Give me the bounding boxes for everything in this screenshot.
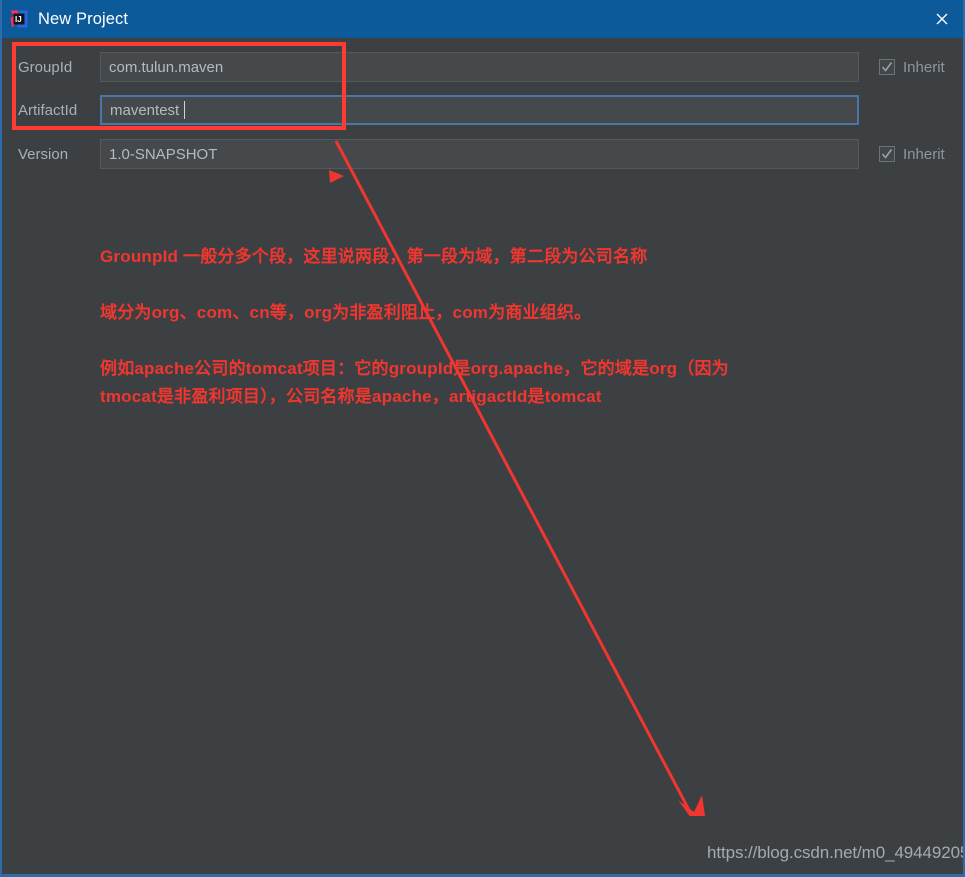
version-row: Version Inherit xyxy=(2,139,963,169)
annotation-line-4: tmocat是非盈利项目），公司名称是apache，artigactId是tom… xyxy=(100,387,602,406)
version-label: Version xyxy=(18,145,69,163)
annotation-line-2: 域分为org、com、cn等，org为非盈利阻止，com为商业组织。 xyxy=(100,303,592,322)
version-inherit-checkbox[interactable] xyxy=(879,146,895,162)
version-input[interactable] xyxy=(100,139,859,169)
watermark-text: https://blog.csdn.net/m0_49449205 xyxy=(707,843,965,862)
project-coordinates-form: GroupId Inherit ArtifactId Version xyxy=(2,38,963,816)
close-icon[interactable] xyxy=(919,0,963,38)
annotation-line-3: 例如apache公司的tomcat项目：它的groupId是org.apache… xyxy=(100,359,729,378)
groupid-input[interactable] xyxy=(100,52,859,82)
groupid-inherit-label: Inherit xyxy=(903,58,945,76)
version-inherit-checkbox-group[interactable]: Inherit xyxy=(879,146,945,163)
artifactid-label: ArtifactId xyxy=(18,101,78,119)
groupid-inherit-checkbox-group[interactable]: Inherit xyxy=(879,59,945,76)
version-inherit-label: Inherit xyxy=(903,145,945,163)
groupid-label: GroupId xyxy=(18,58,73,76)
artifactid-input[interactable] xyxy=(100,95,859,125)
intellij-idea-icon: IJ xyxy=(9,9,29,29)
new-project-dialog: IJ New Project GroupId Inherit ArtifactI… xyxy=(0,0,965,877)
groupid-row: GroupId Inherit xyxy=(2,52,963,82)
title-bar: IJ New Project xyxy=(2,0,963,38)
groupid-inherit-checkbox[interactable] xyxy=(879,59,895,75)
dialog-title: New Project xyxy=(38,9,129,28)
text-caret xyxy=(184,101,185,119)
svg-text:IJ: IJ xyxy=(15,15,22,24)
annotation-line-1: GrounpId 一般分多个段，这里说两段，第一段为域，第二段为公司名称 xyxy=(100,247,648,266)
artifactid-row: ArtifactId xyxy=(2,95,963,125)
